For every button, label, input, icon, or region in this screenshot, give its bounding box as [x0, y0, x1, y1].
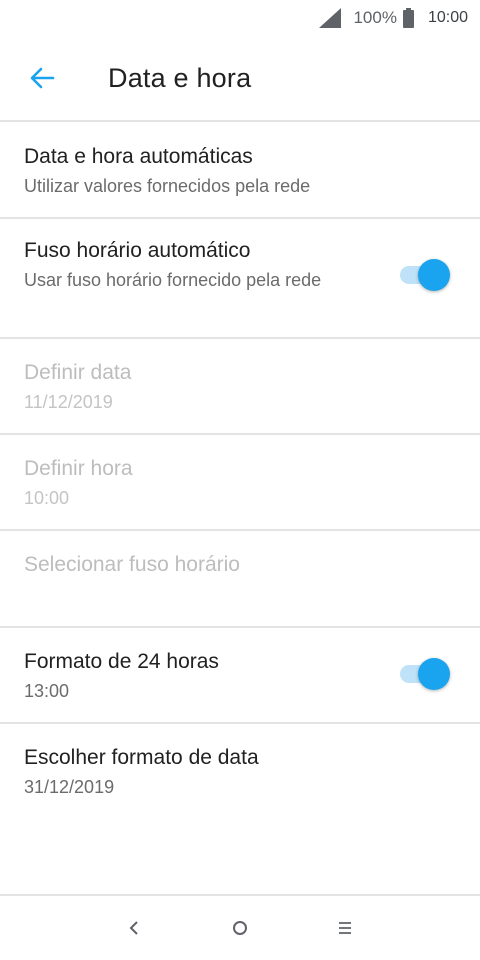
battery-icon: [402, 8, 414, 28]
battery-percent: 100%: [353, 8, 397, 27]
setting-auto-timezone[interactable]: Fuso horário automático Usar fuso horári…: [0, 219, 480, 339]
app-bar: Data e hora: [0, 36, 480, 120]
settings-list: Data e hora automáticas Utilizar valores…: [0, 121, 480, 820]
setting-set-time[interactable]: Definir hora 10:00: [0, 435, 480, 531]
nav-back-button[interactable]: [122, 916, 146, 940]
setting-title: Definir hora: [24, 457, 133, 480]
setting-title: Formato de 24 horas: [24, 650, 219, 673]
setting-summary: Utilizar valores fornecidos pela rede: [24, 176, 311, 196]
setting-set-date[interactable]: Definir data 11/12/2019: [0, 339, 480, 435]
setting-title: Selecionar fuso horário: [24, 553, 240, 576]
setting-title: Escolher formato de data: [24, 746, 259, 769]
setting-summary: Usar fuso horário fornecido pela rede: [24, 270, 322, 290]
nav-home-button[interactable]: [228, 916, 252, 940]
back-button[interactable]: [24, 60, 60, 96]
status-bar: 100% 10:00: [0, 0, 480, 36]
setting-select-timezone[interactable]: Selecionar fuso horário: [0, 531, 480, 628]
auto-timezone-switch[interactable]: [400, 259, 450, 291]
setting-title: Fuso horário automático: [24, 239, 251, 262]
24-hour-format-switch[interactable]: [400, 658, 450, 690]
navigation-bar: [0, 894, 480, 960]
nav-home-icon: [233, 921, 247, 935]
setting-summary: 10:00: [24, 488, 70, 508]
page-title: Data e hora: [108, 62, 252, 93]
switch-thumb: [418, 259, 450, 291]
signal-icon: [319, 8, 342, 28]
setting-summary: 11/12/2019: [24, 392, 113, 412]
nav-menu-button[interactable]: [333, 916, 357, 940]
nav-menu-icon: [339, 922, 351, 934]
switch-thumb: [418, 658, 450, 690]
setting-date-format[interactable]: Escolher formato de data 31/12/2019: [0, 724, 480, 820]
setting-title: Definir data: [24, 361, 132, 384]
setting-24-hour-format[interactable]: Formato de 24 horas 13:00: [0, 628, 480, 724]
setting-title: Data e hora automáticas: [24, 145, 253, 168]
setting-summary: 31/12/2019: [24, 777, 115, 797]
arrow-back-icon: [30, 67, 55, 89]
setting-auto-date-time[interactable]: Data e hora automáticas Utilizar valores…: [0, 121, 480, 219]
nav-back-icon: [129, 921, 138, 935]
setting-summary: 13:00: [24, 681, 70, 701]
status-clock: 10:00: [427, 9, 468, 26]
